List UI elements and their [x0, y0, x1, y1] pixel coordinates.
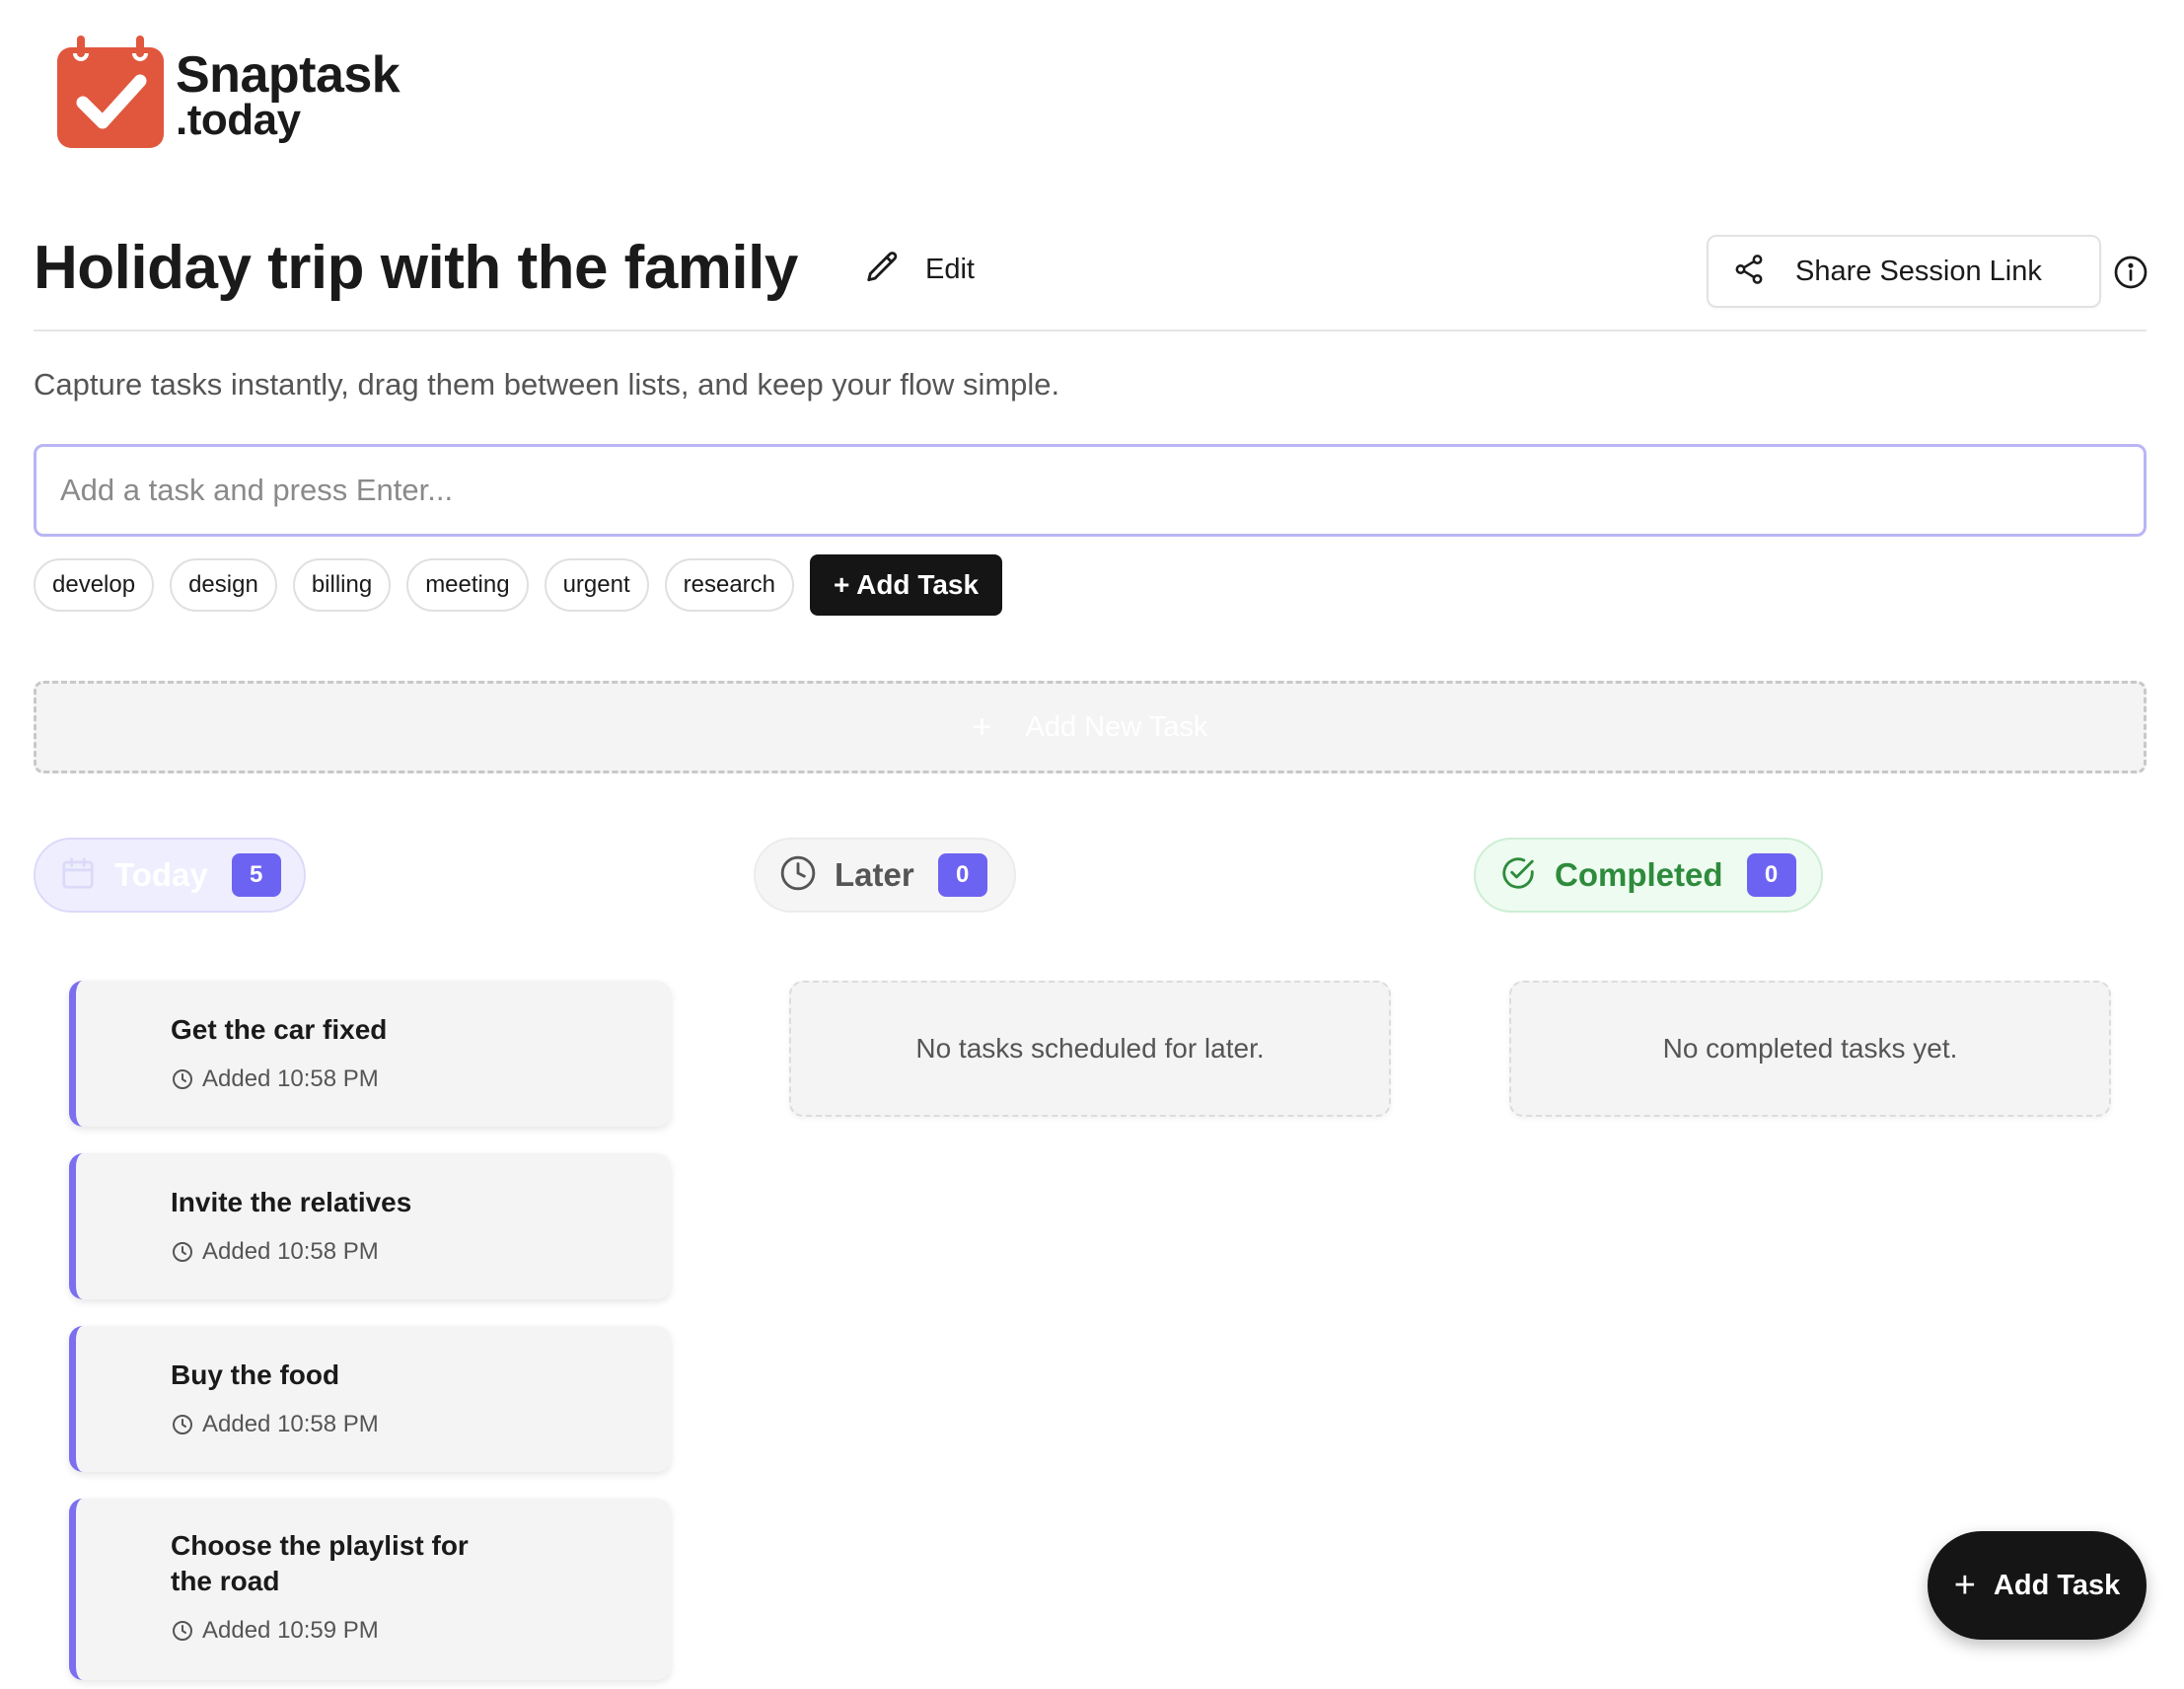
share-session-link-button[interactable]: Share Session Link: [1707, 235, 2101, 308]
task-added-time: Added 10:58 PM: [202, 1065, 379, 1092]
later-empty-state: No tasks scheduled for later.: [789, 981, 1391, 1117]
today-count-badge: 5: [231, 853, 281, 897]
task-input[interactable]: [34, 444, 2147, 537]
session-header: Holiday trip with the family Edit Share …: [34, 227, 2148, 331]
edit-title-button[interactable]: Edit: [864, 249, 975, 291]
task-card[interactable]: Get the car fixed Added 10:58 PM: [69, 981, 671, 1127]
column-header-today[interactable]: Today 5: [34, 838, 306, 913]
tag-research[interactable]: research: [664, 558, 795, 612]
clock-icon: [756, 854, 817, 897]
clock-icon: [173, 1242, 192, 1262]
edit-label: Edit: [925, 254, 975, 285]
task-title: Buy the food: [171, 1359, 340, 1390]
task-card[interactable]: Invite the relatives Added 10:58 PM: [69, 1153, 671, 1299]
column-label-today: Today: [114, 856, 208, 893]
floating-add-task-button[interactable]: + Add Task: [1928, 1531, 2147, 1640]
task-title: Invite the relatives: [171, 1187, 412, 1217]
clock-icon: [173, 1621, 192, 1641]
add-new-task-label: Add New Task: [1025, 710, 1208, 743]
tag-urgent[interactable]: urgent: [544, 558, 649, 612]
later-count-badge: 0: [937, 853, 987, 897]
task-title: Choose the playlist for the road: [171, 1528, 469, 1599]
task-timestamp: Added 10:59 PM: [171, 1617, 379, 1645]
completed-count-badge: 0: [1746, 853, 1796, 897]
task-added-time: Added 10:58 PM: [202, 1411, 379, 1437]
task-timestamp: Added 10:58 PM: [171, 1411, 379, 1438]
calendar-check-logo-icon: [55, 34, 166, 150]
brand-domain: .today: [176, 96, 301, 144]
pencil-icon: [864, 249, 902, 291]
clock-icon: [173, 1069, 192, 1089]
page-title: Holiday trip with the family: [34, 234, 798, 302]
tag-design[interactable]: design: [170, 558, 277, 612]
info-icon[interactable]: [2113, 255, 2148, 290]
add-new-task-dropzone[interactable]: + Add New Task: [34, 681, 2147, 773]
task-title-line: the road: [171, 1566, 280, 1596]
task-added-time: Added 10:58 PM: [202, 1238, 379, 1265]
add-task-button[interactable]: + Add Task: [810, 554, 1003, 616]
column-header-later[interactable]: Later 0: [754, 838, 1016, 913]
app-page: Snaptask .today Holiday trip with the fa…: [0, 0, 2184, 1689]
tag-list: develop design billing meeting urgent re…: [34, 554, 1003, 616]
logo[interactable]: Snaptask .today: [55, 34, 400, 150]
task-title: Get the car fixed: [171, 1014, 388, 1045]
plus-icon: +: [1953, 1564, 1976, 1606]
page-subtitle: Capture tasks instantly, drag them betwe…: [34, 367, 1060, 402]
task-title-line: Choose the playlist for: [171, 1530, 469, 1561]
task-timestamp: Added 10:58 PM: [171, 1238, 379, 1266]
clock-icon: [173, 1415, 192, 1434]
column-label-later: Later: [835, 856, 914, 893]
calendar-icon: [36, 854, 97, 897]
plus-icon: +: [972, 707, 992, 746]
share-label: Share Session Link: [1795, 255, 2042, 287]
tag-meeting[interactable]: meeting: [406, 558, 529, 612]
fab-label: Add Task: [1993, 1569, 2121, 1601]
task-added-time: Added 10:59 PM: [202, 1617, 379, 1644]
task-card[interactable]: Buy the food Added 10:58 PM: [69, 1326, 671, 1472]
check-circle-icon: [1476, 854, 1537, 897]
tag-billing[interactable]: billing: [292, 558, 392, 612]
completed-empty-state: No completed tasks yet.: [1509, 981, 2111, 1117]
column-header-completed[interactable]: Completed 0: [1474, 838, 1823, 913]
column-label-completed: Completed: [1555, 856, 1723, 893]
tag-develop[interactable]: develop: [34, 558, 155, 612]
task-card[interactable]: Choose the playlist for the road Added 1…: [69, 1499, 671, 1680]
share-icon: [1709, 253, 1766, 291]
task-timestamp: Added 10:58 PM: [171, 1065, 379, 1093]
